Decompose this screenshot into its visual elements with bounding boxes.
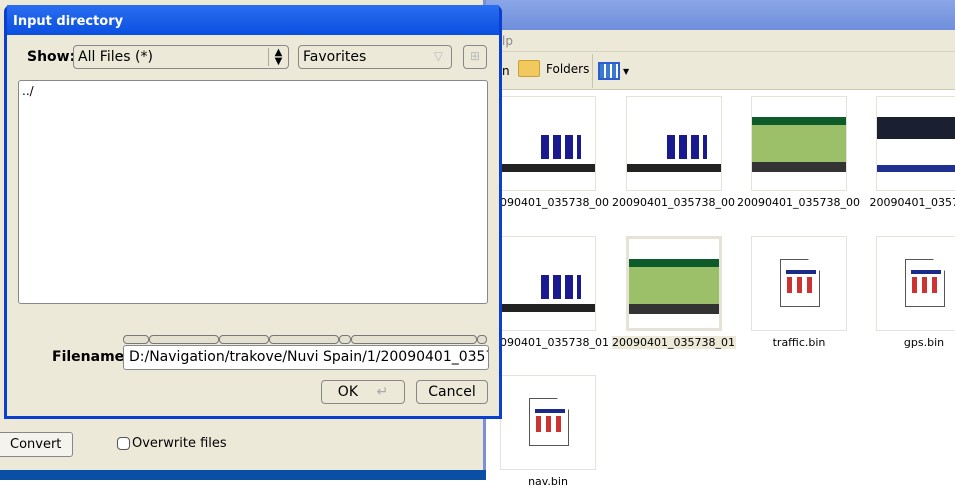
- file-thumbnail[interactable]: [500, 96, 596, 191]
- file-name-label[interactable]: 20090401_035738_00...: [737, 196, 861, 209]
- checkbox-box[interactable]: [117, 437, 130, 450]
- file-name-label[interactable]: nav.bin: [486, 475, 610, 488]
- file-name-label[interactable]: 20090401_035738_00...: [486, 196, 610, 209]
- file-name-label[interactable]: gps.bin: [862, 336, 955, 349]
- breadcrumb-segment[interactable]: [477, 335, 487, 344]
- dialog-title: Input directory: [7, 5, 499, 35]
- new-folder-icon: ⊞: [469, 49, 481, 63]
- satellite-thumbnail-image: [627, 117, 721, 172]
- chevron-down-icon: ▼: [623, 66, 630, 76]
- new-folder-button[interactable]: ⊞: [463, 45, 487, 69]
- file-thumbnail[interactable]: [751, 236, 847, 331]
- explorer-toolbar: n Folders ▼: [480, 52, 955, 90]
- show-label: Show:: [27, 49, 76, 65]
- ok-button[interactable]: OK ↵: [321, 380, 405, 404]
- triangle-down-icon: ▽: [433, 49, 443, 63]
- folders-label: Folders: [546, 61, 590, 76]
- breadcrumb-segment[interactable]: [269, 335, 339, 344]
- file-thumbnail[interactable]: [626, 236, 722, 331]
- folder-icon: [518, 60, 540, 77]
- breadcrumb-segment[interactable]: [219, 335, 269, 344]
- overwrite-files-checkbox[interactable]: Overwrite files: [117, 436, 227, 451]
- overwrite-label: Overwrite files: [132, 436, 227, 451]
- convert-button[interactable]: Convert: [0, 432, 73, 457]
- map-thumbnail-image: [629, 259, 719, 314]
- breadcrumb-segment[interactable]: [149, 335, 219, 344]
- taskbar: [0, 470, 486, 480]
- file-name-label[interactable]: 20090401_035738_00...: [612, 196, 736, 209]
- list-item[interactable]: ../: [22, 84, 484, 98]
- map-thumbnail-image: [752, 117, 846, 172]
- file-filter-select[interactable]: All Files (*) ▲ ▼: [73, 45, 289, 69]
- favorites-label: Favorites: [303, 49, 367, 65]
- file-thumbnail[interactable]: [876, 96, 955, 191]
- favorites-select[interactable]: Favorites ▽: [298, 45, 452, 69]
- file-icon: [529, 398, 569, 446]
- file-thumbnail[interactable]: [876, 236, 955, 331]
- file-icon: [905, 259, 945, 307]
- views-icon: [598, 62, 620, 80]
- file-filter-value: All Files (*): [78, 49, 153, 65]
- file-thumbnail[interactable]: [500, 236, 596, 331]
- menu-help[interactable]: lp: [502, 34, 513, 48]
- satellite-thumbnail-image: [501, 117, 595, 172]
- toolbar-search-label[interactable]: n: [502, 64, 510, 78]
- filename-label: Filename:: [52, 349, 130, 365]
- toolbar-divider: [592, 54, 593, 88]
- file-name-label[interactable]: traffic.bin: [737, 336, 861, 349]
- folders-button[interactable]: Folders: [518, 60, 589, 77]
- file-thumbnail[interactable]: [626, 96, 722, 191]
- file-name-label[interactable]: 20090401_035738_: [862, 196, 955, 209]
- filename-input[interactable]: D:/Navigation/trakove/Nuvi Spain/1/20090…: [123, 345, 489, 370]
- explorer-menu-bar: lp: [480, 30, 955, 52]
- file-name-label[interactable]: 20090401_035738_01...: [486, 336, 610, 349]
- explorer-title-bar: [480, 0, 955, 30]
- views-button[interactable]: ▼: [598, 62, 629, 80]
- ok-label: OK: [337, 384, 358, 400]
- file-thumbnail[interactable]: [500, 375, 596, 470]
- updown-arrow-icon: ▲ ▼: [268, 48, 288, 67]
- dashboard-thumbnail-image: [877, 117, 955, 172]
- satellite-thumbnail-image: [501, 257, 595, 312]
- file-thumbnail[interactable]: [751, 96, 847, 191]
- breadcrumb-segment[interactable]: [351, 335, 477, 344]
- file-icon: [780, 259, 820, 307]
- breadcrumb-segment[interactable]: [339, 335, 351, 344]
- enter-icon: ↵: [376, 384, 389, 400]
- breadcrumb-segment[interactable]: [123, 335, 149, 344]
- path-breadcrumb: [123, 335, 489, 344]
- file-name-label[interactable]: 20090401_035738_01...: [612, 336, 736, 349]
- directory-list[interactable]: ../: [18, 80, 488, 304]
- cancel-button[interactable]: Cancel: [416, 380, 488, 404]
- input-directory-dialog: Input directory Show: All Files (*) ▲ ▼ F…: [4, 5, 502, 419]
